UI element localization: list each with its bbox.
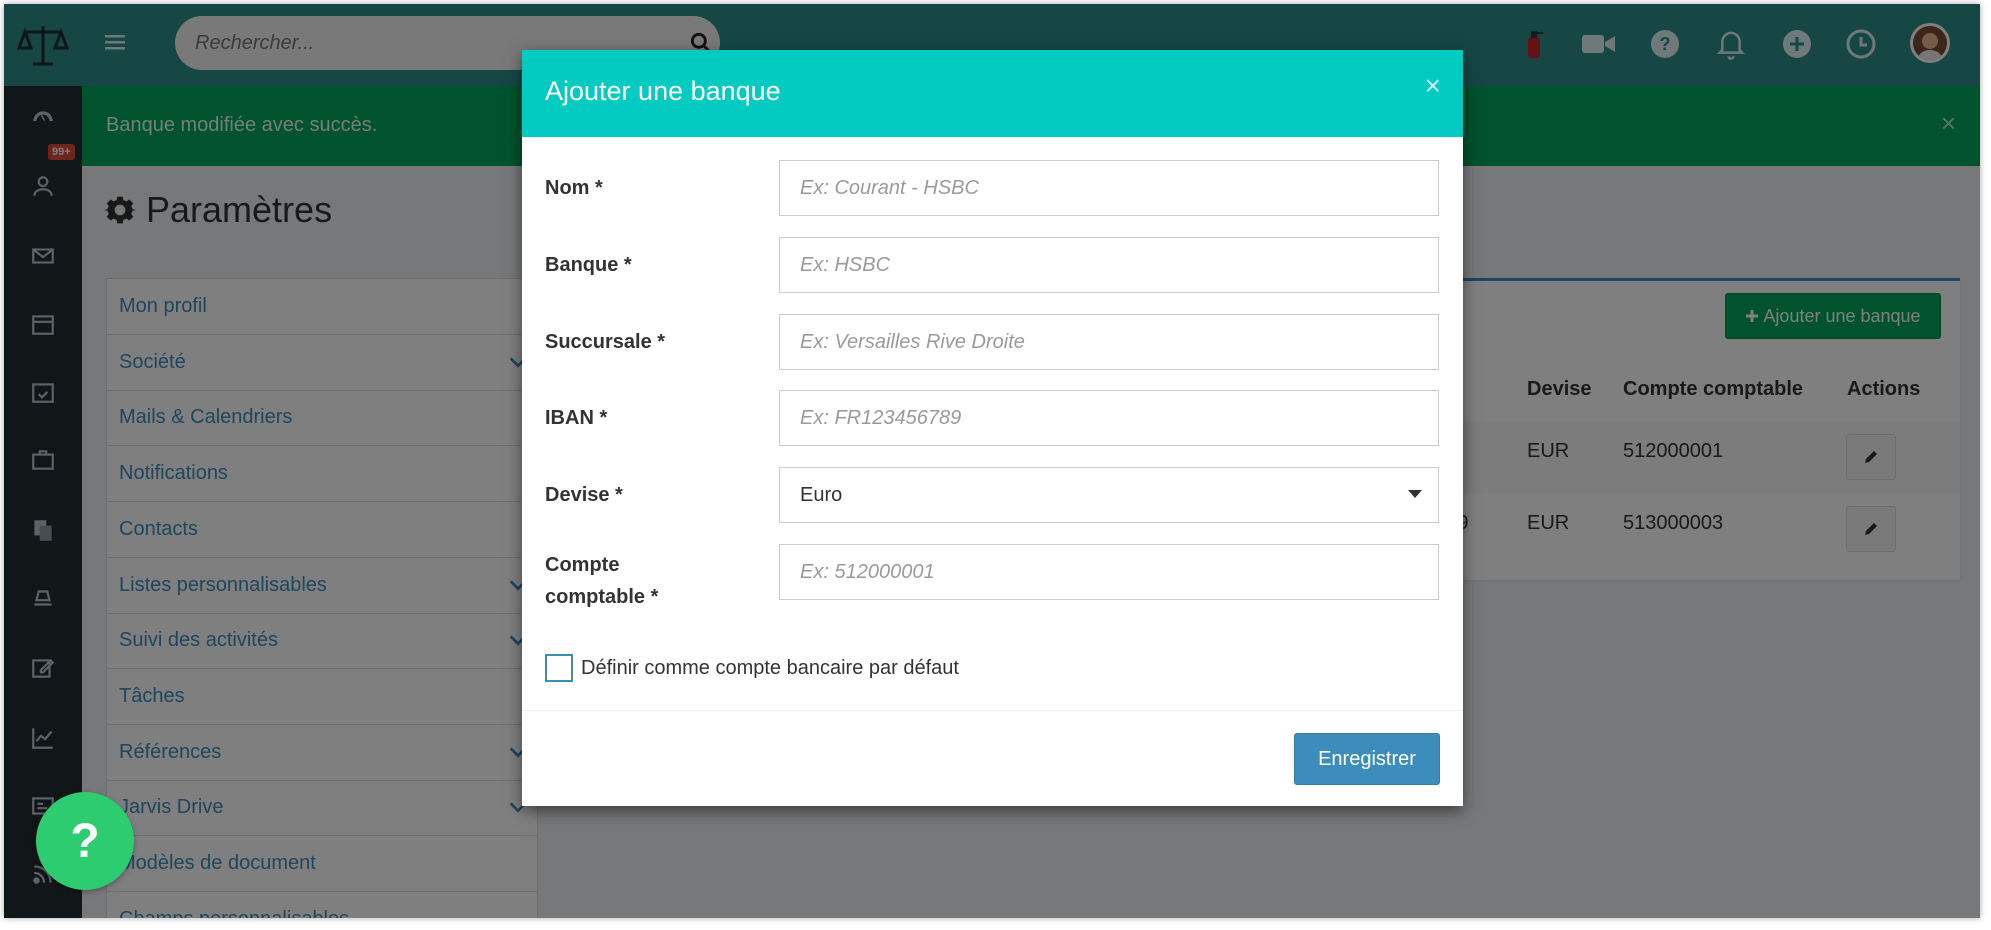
close-icon[interactable]: × <box>1425 72 1441 100</box>
devise-select[interactable]: Euro <box>779 467 1439 523</box>
banque-input[interactable] <box>779 237 1439 293</box>
succursale-label: Succursale * <box>545 331 666 353</box>
compte-label-line2: comptable * <box>545 586 659 608</box>
modal-footer: Enregistrer <box>522 710 1463 806</box>
default-account-row: Définir comme compte bancaire par défaut <box>545 654 959 682</box>
default-account-checkbox[interactable] <box>545 654 573 682</box>
nom-label: Nom * <box>545 177 603 199</box>
modal-header: Ajouter une banque × <box>522 50 1463 137</box>
devise-label: Devise * <box>545 484 623 506</box>
iban-input[interactable] <box>779 390 1439 446</box>
succursale-input[interactable] <box>779 314 1439 370</box>
default-account-label: Définir comme compte bancaire par défaut <box>581 656 959 679</box>
modal-title: Ajouter une banque <box>545 76 781 106</box>
compte-label-line1: Compte <box>545 554 620 576</box>
add-bank-modal: Ajouter une banque × Nom * Banque * Succ… <box>522 50 1463 806</box>
help-fab-button[interactable]: ? <box>36 792 134 890</box>
iban-label: IBAN * <box>545 407 608 429</box>
nom-input[interactable] <box>779 160 1439 216</box>
devise-selected-value: Euro <box>800 483 843 506</box>
caret-down-icon <box>1408 490 1422 498</box>
app-window: 99+ <box>4 4 1980 918</box>
compte-input[interactable] <box>779 544 1439 600</box>
save-button[interactable]: Enregistrer <box>1294 733 1440 785</box>
banque-label: Banque * <box>545 254 632 276</box>
